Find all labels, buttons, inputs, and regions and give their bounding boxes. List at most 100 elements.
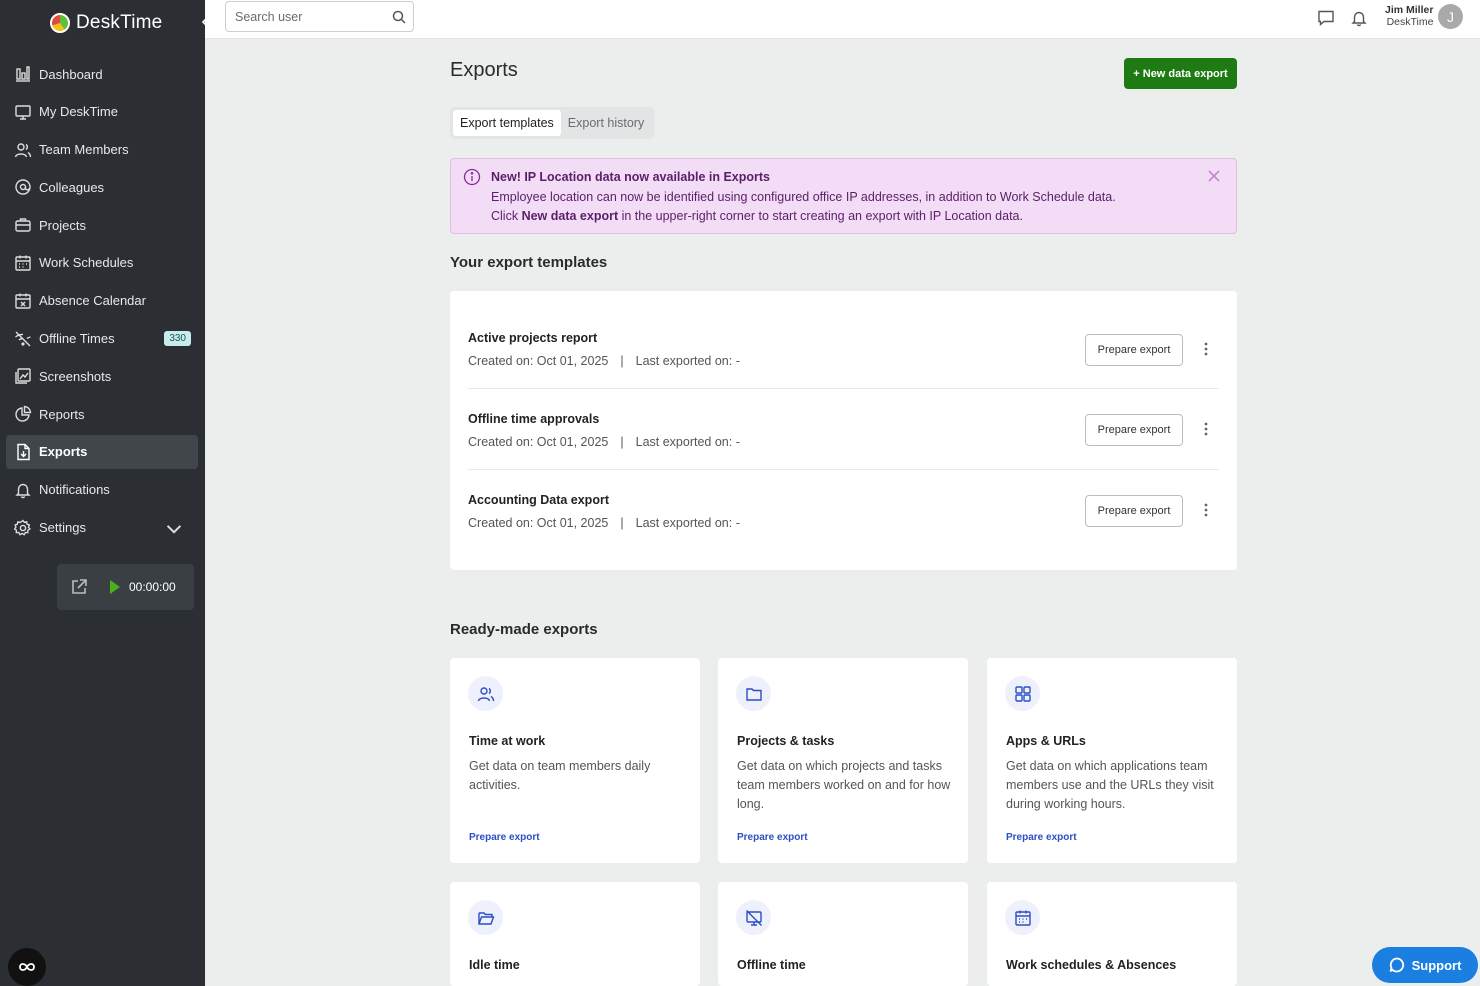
bell-icon[interactable] [1351,9,1367,27]
last-exported: Last exported on: - [635,354,740,368]
sidebar-item-label: Offline Times [39,331,115,347]
list-item: Accounting Data export Created on: Oct 0… [468,471,1219,551]
app-name: DeskTime [76,12,163,33]
card-title: Time at work [469,734,546,748]
sidebar-item-offline-times[interactable]: Offline Times 330 [6,322,198,356]
created-date: Created on: Oct 01, 2025 [468,354,609,368]
bell-icon [15,483,31,498]
sidebar: DeskTime Dashboard My DeskTime Team Memb… [0,0,218,986]
sidebar-item-screenshots[interactable]: Screenshots [6,359,198,393]
prepare-export-button[interactable]: Prepare export [1085,495,1183,527]
export-card-offline-time[interactable]: Offline time [718,882,968,986]
sidebar-item-work-schedules[interactable]: Work Schedules [6,246,198,280]
export-card-apps-urls[interactable]: Apps & URLs Get data on which applicatio… [987,658,1237,863]
sidebar-item-label: Team Members [39,142,129,158]
list-item: Active projects report Created on: Oct 0… [468,309,1219,389]
tab-export-history[interactable]: Export history [561,110,651,136]
more-options-icon[interactable] [1204,341,1208,357]
new-data-export-button[interactable]: + New data export [1124,58,1237,89]
last-exported: Last exported on: - [635,516,740,530]
sidebar-item-absence-calendar[interactable]: Absence Calendar [6,284,198,318]
banner-title: New! IP Location data now available in E… [491,170,770,184]
sidebar-item-notifications[interactable]: Notifications [6,473,198,507]
card-title: Work schedules & Absences [1006,958,1177,972]
readymade-section-title: Ready-made exports [450,621,598,638]
close-icon[interactable] [1208,170,1220,182]
screenshot-icon [15,368,31,385]
templates-list: Active projects report Created on: Oct 0… [450,291,1237,570]
sidebar-item-team-members[interactable]: Team Members [6,133,198,167]
user-menu[interactable]: Jim Miller DeskTime [1385,4,1433,28]
banner-text-2: Click New data export in the upper-right… [491,209,1023,223]
wifi-off-icon [15,331,31,347]
monitor-icon [15,105,31,120]
prepare-export-link[interactable]: Prepare export [737,832,808,843]
sidebar-item-my-desktime[interactable]: My DeskTime [6,95,198,129]
prepare-export-link[interactable]: Prepare export [1006,832,1077,843]
tab-export-templates[interactable]: Export templates [453,110,561,136]
sidebar-item-projects[interactable]: Projects [6,208,198,242]
sidebar-item-reports[interactable]: Reports [6,397,198,431]
sidebar-item-exports[interactable]: Exports [6,434,198,469]
support-button[interactable]: Support [1372,947,1478,983]
top-bar: Jim Miller DeskTime J [205,0,1480,39]
more-options-icon[interactable] [1204,502,1208,518]
users-icon [14,142,32,157]
play-icon[interactable] [109,579,121,595]
export-card-work-schedules-absences[interactable]: Work schedules & Absences [987,882,1237,986]
template-name: Active projects report [468,331,598,345]
prepare-export-button[interactable]: Prepare export [1085,334,1183,366]
template-meta: Created on: Oct 01, 2025 | Last exported o… [468,354,740,368]
template-meta: Created on: Oct 01, 2025 | Last exported o… [468,516,740,530]
sidebar-item-label: Reports [39,406,85,422]
card-title: Idle time [469,958,520,972]
folder-open-icon [468,900,503,935]
search-input[interactable] [235,9,385,24]
search-icon[interactable] [392,10,406,24]
sidebar-item-label: Notifications [39,482,110,498]
templates-section-title: Your export templates [450,254,608,271]
export-card-projects-tasks[interactable]: Projects & tasks Get data on which proje… [718,658,968,863]
gear-icon [14,519,31,536]
time-tracker: 00:00:00 [57,564,194,610]
banner-text-suffix: in the upper-right corner to start creat… [618,209,1023,223]
info-banner: New! IP Location data now available in E… [450,158,1237,234]
banner-text-prefix: Click [491,209,522,223]
banner-text-emphasis: New data export [521,209,619,223]
export-card-idle-time[interactable]: Idle time [450,882,700,986]
export-card-time-at-work[interactable]: Time at work Get data on team members da… [450,658,700,863]
app-logo[interactable]: DeskTime [50,12,162,34]
card-description: Get data on which applications team memb… [1006,759,1214,811]
page-title: Exports [450,59,518,81]
sidebar-item-settings[interactable]: Settings [6,511,198,545]
monitor-off-icon [736,900,771,935]
bar-chart-icon [16,66,30,82]
extension-button[interactable] [8,948,46,986]
avatar[interactable]: J [1438,4,1463,29]
prepare-export-button[interactable]: Prepare export [1085,414,1183,446]
chat-icon[interactable] [1317,9,1335,27]
card-title: Projects & tasks [737,734,835,748]
sidebar-item-label: My DeskTime [39,104,118,120]
users-icon [468,676,503,711]
tabs: Export templates Export history [450,107,655,139]
template-meta: Created on: Oct 01, 2025 | Last exported o… [468,435,740,449]
file-download-icon [17,443,30,461]
infinity-icon [19,963,35,971]
sidebar-item-label: Screenshots [39,368,112,384]
external-link-icon[interactable] [69,577,89,597]
more-options-icon[interactable] [1204,421,1208,437]
last-exported: Last exported on: - [635,435,740,449]
calendar-icon [1005,900,1040,935]
card-title: Offline time [737,958,806,972]
template-name: Offline time approvals [468,412,600,426]
sidebar-item-colleagues[interactable]: Colleagues [6,170,198,204]
chevron-down-icon [166,524,182,534]
banner-text: Employee location can now be identified … [491,190,1116,204]
sidebar-item-label: Settings [39,520,86,536]
calendar-icon [15,255,31,271]
prepare-export-link[interactable]: Prepare export [469,832,540,843]
user-company: DeskTime [1386,16,1434,28]
sidebar-item-dashboard[interactable]: Dashboard [6,57,198,91]
info-icon [463,168,481,186]
